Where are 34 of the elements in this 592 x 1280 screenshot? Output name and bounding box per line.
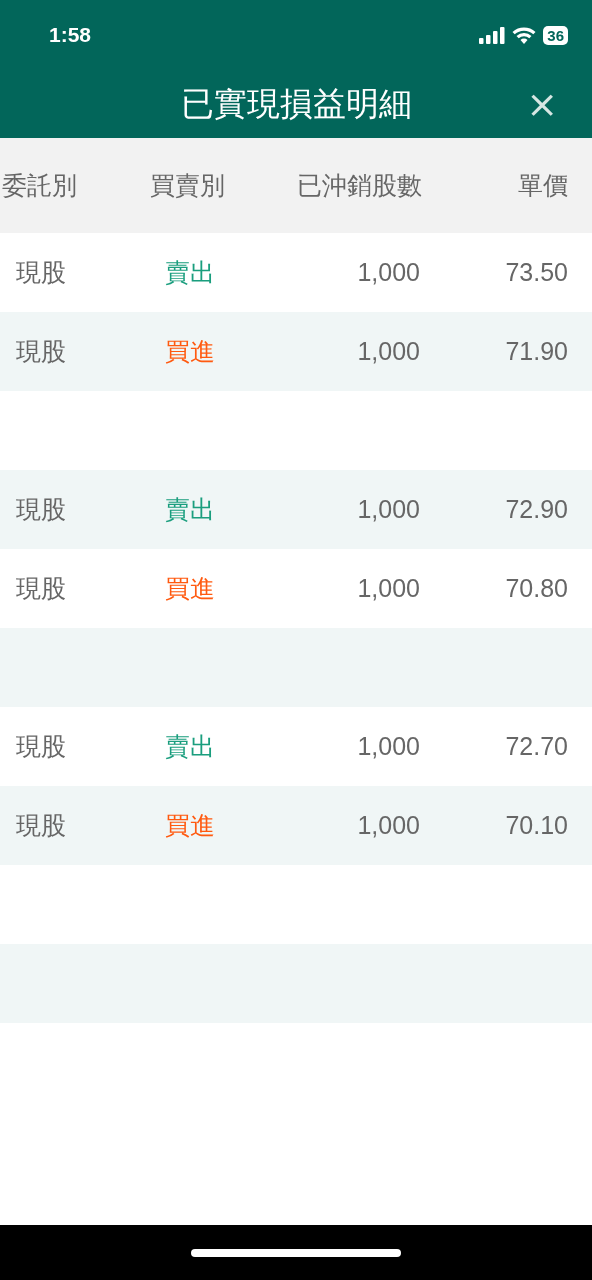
- side-cell-text: 賣出: [165, 731, 216, 763]
- table-cell-text: 現股: [16, 573, 67, 605]
- column-header: 單價: [517, 170, 568, 202]
- table-cell-text: 1,000: [356, 258, 420, 287]
- column-header: 買賣別: [150, 170, 226, 202]
- side-cell-text: 賣出: [165, 494, 216, 526]
- table-cell-text: 72.70: [504, 732, 568, 761]
- table-cell-text: 72.90: [504, 495, 568, 524]
- table-cell-text: 1,000: [356, 337, 420, 366]
- table-cell-text: 現股: [16, 810, 67, 842]
- column-header: 委託別: [2, 170, 78, 202]
- table-cell-text: 71.90: [504, 337, 568, 366]
- table-cell-text: 1,000: [356, 732, 420, 761]
- side-cell-text: 買進: [165, 573, 216, 605]
- signal-icon: [479, 26, 506, 44]
- side-cell-text: 賣出: [165, 257, 216, 289]
- side-cell-text: 買進: [165, 336, 216, 368]
- battery-indicator: 36: [543, 25, 568, 45]
- table-cell-text: 現股: [16, 494, 67, 526]
- table-cell-text: 70.10: [504, 811, 568, 840]
- table-cell-text: 1,000: [356, 574, 420, 603]
- table-cell-text: 1,000: [356, 811, 420, 840]
- table-cell-text: 70.80: [504, 574, 568, 603]
- page-title: 已實現損益明細: [180, 82, 412, 125]
- side-cell-text: 買進: [165, 810, 216, 842]
- table-cell-text: 1,000: [356, 495, 420, 524]
- close-button[interactable]: ×: [526, 84, 558, 124]
- status-time: 1:58: [49, 23, 92, 47]
- wifi-icon: [512, 26, 537, 44]
- table-cell-text: 現股: [16, 731, 67, 763]
- table-cell-text: 73.50: [504, 258, 568, 287]
- column-header: 已沖銷股數: [296, 170, 422, 202]
- table-cell-text: 現股: [16, 257, 67, 289]
- table-cell-text: 現股: [16, 336, 67, 368]
